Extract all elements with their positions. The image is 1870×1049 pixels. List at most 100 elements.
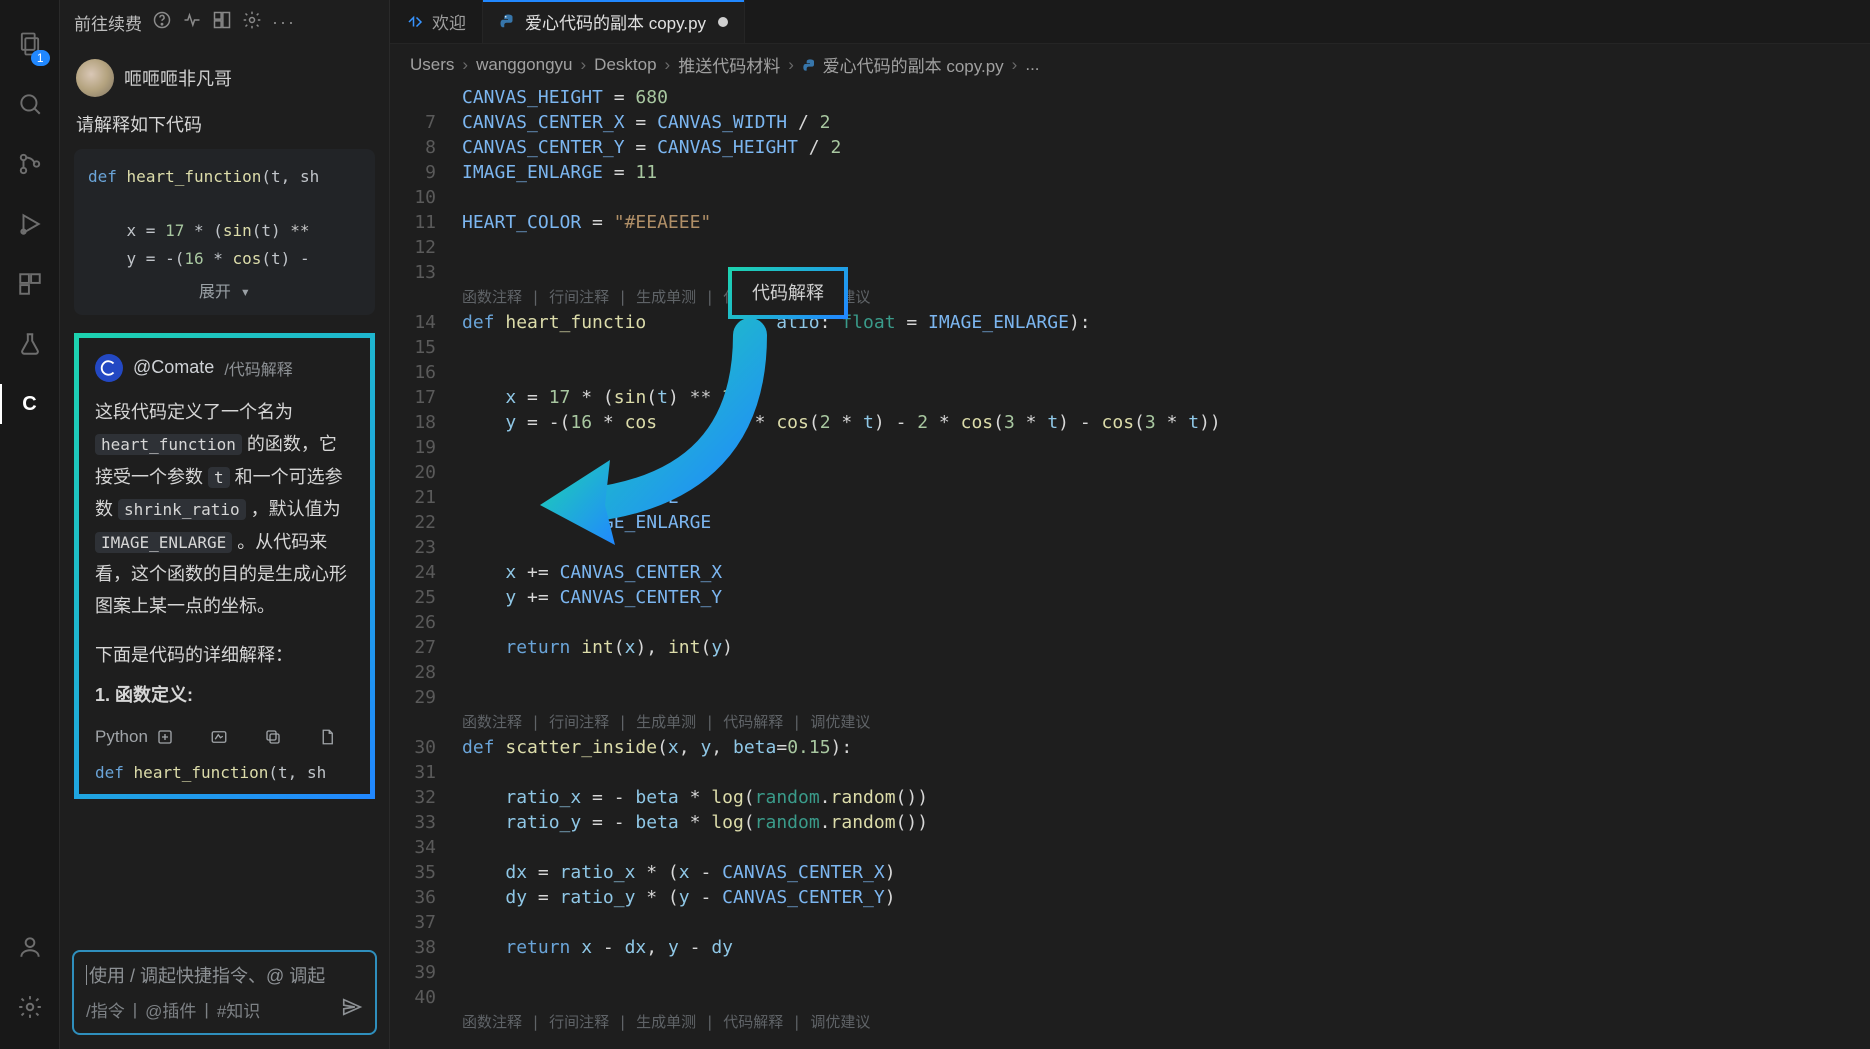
flask-icon[interactable] <box>0 314 60 374</box>
edit-icon[interactable] <box>210 728 228 746</box>
code-lang-label: Python <box>95 727 148 747</box>
comate-text: 这段代码定义了一个名为 <box>95 402 293 422</box>
code-line[interactable] <box>462 535 1870 560</box>
codelens-row[interactable]: 函数注释 | 行间注释 | 生成单测 | 代码解释 | 调优建议 <box>462 285 1870 310</box>
codelens-row[interactable]: 函数注释 | 行间注释 | 生成单测 | 代码解释 | 调优建议 <box>462 1010 1870 1035</box>
code-line[interactable] <box>462 360 1870 385</box>
source-control-icon[interactable] <box>0 134 60 194</box>
breadcrumb-segment[interactable]: wanggongyu <box>476 55 572 75</box>
code-line[interactable]: y = -(16 * cos - 5 * cos(2 * t) - 2 * co… <box>462 410 1870 435</box>
send-icon[interactable] <box>341 996 363 1023</box>
breadcrumb-sep: › <box>581 55 587 75</box>
tab-welcome[interactable]: 欢迎 <box>390 0 483 43</box>
code-line[interactable]: return x - dx, y - dy <box>462 935 1870 960</box>
breadcrumb[interactable]: Users›wanggongyu›Desktop›推送代码材料› 爱心代码的副本… <box>390 44 1870 85</box>
code-line[interactable]: ratio_x = - beta * log(random.random()) <box>462 785 1870 810</box>
insert-icon[interactable] <box>156 728 174 746</box>
chat-input-box[interactable]: 使用 / 调起快捷指令、@ 调起 /指令 | @插件 | #知识 <box>72 950 377 1035</box>
copy-icon[interactable] <box>264 728 282 746</box>
code-line[interactable]: def scatter_inside(x, y, beta=0.15): <box>462 735 1870 760</box>
comate-name: @Comate <box>133 357 214 378</box>
code-line[interactable]: AGE_ENLARGE <box>462 510 1870 535</box>
user-code-snippet: def heart_function(t, sh x = 17 * (sin(t… <box>74 149 375 315</box>
side-header-title[interactable]: 前往续费 <box>74 10 142 35</box>
code-line[interactable] <box>462 685 1870 710</box>
comate-icon[interactable]: C <box>0 374 60 434</box>
code-line[interactable] <box>462 435 1870 460</box>
code-line[interactable]: def heart_functio atio: float = IMAGE_EN… <box>462 310 1870 335</box>
modified-dot-icon <box>718 17 728 27</box>
code-chip: heart_function <box>95 434 242 455</box>
layout-icon[interactable] <box>212 10 232 35</box>
side-panel-header: 前往续费 ··· <box>60 0 389 45</box>
code-line[interactable]: CANVAS_CENTER_Y = CANVAS_HEIGHT / 2 <box>462 135 1870 160</box>
breadcrumb-sep: › <box>1012 55 1018 75</box>
gear-icon[interactable] <box>242 10 262 35</box>
explorer-icon[interactable]: 1 <box>0 14 60 74</box>
code-line[interactable]: x = 17 * (sin(t) ** 3) <box>462 385 1870 410</box>
side-panel-chat: 前往续费 ··· 咂咂咂非凡哥 请解释如下代码 def heart_functi… <box>60 0 390 1049</box>
breadcrumb-segment[interactable]: 推送代码材料 <box>678 52 780 77</box>
hint-plugin[interactable]: @插件 <box>145 997 196 1022</box>
more-icon[interactable]: ··· <box>272 12 296 33</box>
comate-list-item: 1. 函数定义: <box>95 681 354 707</box>
hint-sep: | <box>133 1000 137 1020</box>
code-line[interactable] <box>462 260 1870 285</box>
hint-command[interactable]: /指令 <box>86 997 125 1022</box>
code-line[interactable]: dx = ratio_x * (x - CANVAS_CENTER_X) <box>462 860 1870 885</box>
comate-tag: /代码解释 <box>224 356 292 380</box>
breadcrumb-segment[interactable]: Users <box>410 55 454 75</box>
search-icon[interactable] <box>0 74 60 134</box>
code-line[interactable]: NLARGE <box>462 485 1870 510</box>
code-line[interactable] <box>462 960 1870 985</box>
comate-subtitle: 下面是代码的详细解释： <box>95 641 354 667</box>
help-icon[interactable] <box>152 10 172 35</box>
breadcrumb-sep: › <box>665 55 671 75</box>
pulse-icon[interactable] <box>182 10 202 35</box>
code-line[interactable] <box>462 610 1870 635</box>
code-line[interactable] <box>462 910 1870 935</box>
comate-header: @Comate /代码解释 <box>95 354 354 382</box>
code-content[interactable]: CANVAS_HEIGHT = 680CANVAS_CENTER_X = CAN… <box>462 85 1870 1049</box>
chat-scroll: 咂咂咂非凡哥 请解释如下代码 def heart_function(t, sh … <box>60 45 389 940</box>
code-line[interactable]: IMAGE_ENLARGE = 11 <box>462 160 1870 185</box>
tab-python[interactable]: 爱心代码的副本 copy.py <box>483 0 745 43</box>
breadcrumb-segment[interactable]: ... <box>1025 55 1039 75</box>
code-line[interactable]: ratio_y = - beta * log(random.random()) <box>462 810 1870 835</box>
chat-input-placeholder-text: 使用 / 调起快捷指令、@ 调起 <box>89 962 325 988</box>
explorer-badge: 1 <box>31 50 50 66</box>
account-icon[interactable] <box>0 917 60 977</box>
hint-knowledge[interactable]: #知识 <box>217 997 260 1022</box>
code-line[interactable] <box>462 235 1870 260</box>
settings-gear-icon[interactable] <box>0 977 60 1037</box>
editor[interactable]: 7891011121314151617181920212223242526272… <box>390 85 1870 1049</box>
code-line[interactable] <box>462 760 1870 785</box>
code-line[interactable]: y += CANVAS_CENTER_Y <box>462 585 1870 610</box>
code-line[interactable] <box>462 835 1870 860</box>
code-line[interactable] <box>462 460 1870 485</box>
code-line[interactable]: CANVAS_CENTER_X = CANVAS_WIDTH / 2 <box>462 110 1870 135</box>
user-prompt: 请解释如下代码 <box>76 111 373 137</box>
code-line[interactable]: x += CANVAS_CENTER_X <box>462 560 1870 585</box>
debug-icon[interactable] <box>0 194 60 254</box>
code-line[interactable]: CANVAS_HEIGHT = 680 <box>462 85 1870 110</box>
code-line[interactable]: dy = ratio_y * (y - CANVAS_CENTER_Y) <box>462 885 1870 910</box>
code-line[interactable] <box>462 660 1870 685</box>
code-chip: shrink_ratio <box>118 499 246 520</box>
chat-input-placeholder[interactable]: 使用 / 调起快捷指令、@ 调起 <box>86 962 363 988</box>
breadcrumb-segment[interactable]: 爱心代码的副本 copy.py <box>802 52 1004 77</box>
code-chip: IMAGE_ENLARGE <box>95 532 232 553</box>
code-line[interactable] <box>462 335 1870 360</box>
expand-button[interactable]: 展开 ▾ <box>88 278 361 305</box>
breadcrumb-segment[interactable]: Desktop <box>594 55 656 75</box>
code-line[interactable] <box>462 985 1870 1010</box>
code-line[interactable] <box>462 185 1870 210</box>
main-editor-area: 欢迎爱心代码的副本 copy.py Users›wanggongyu›Deskt… <box>390 0 1870 1049</box>
extensions-icon[interactable] <box>0 254 60 314</box>
avatar <box>76 59 114 97</box>
code-line[interactable]: HEART_COLOR = "#EEAEEE" <box>462 210 1870 235</box>
comate-response-card: @Comate /代码解释 这段代码定义了一个名为 heart_function… <box>74 333 375 799</box>
codelens-row[interactable]: 函数注释 | 行间注释 | 生成单测 | 代码解释 | 调优建议 <box>462 710 1870 735</box>
code-line[interactable]: return int(x), int(y) <box>462 635 1870 660</box>
file-icon[interactable] <box>318 728 336 746</box>
